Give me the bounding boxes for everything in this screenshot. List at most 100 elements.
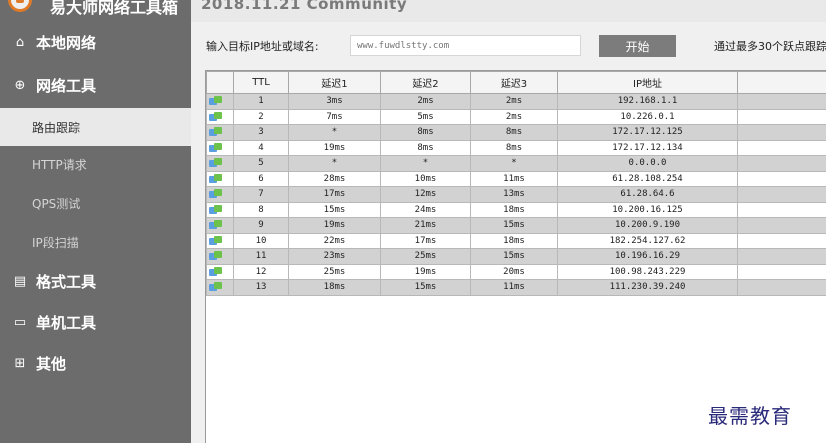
row-icon-cell [206, 108, 234, 125]
sidebar-category-standalone-tools[interactable]: ▭ 单机工具 [0, 302, 191, 342]
start-button[interactable]: 开始 [599, 35, 676, 57]
cell-d3: 15ms [470, 248, 558, 265]
max-hops-hint: 通过最多30个跃点跟踪 [714, 40, 826, 53]
table-row[interactable]: 3 * 8ms 8ms 172.17.12.125 [206, 124, 826, 141]
cell-d3: 8ms [470, 124, 558, 141]
cell-d2: 8ms [380, 139, 471, 156]
trace-results-table: TTL 延迟1 延迟2 延迟3 IP地址 1 3ms 2ms 2ms 192.168.1… [205, 70, 826, 443]
sidebar-category-format-tools[interactable]: ▤ 格式工具 [0, 261, 191, 301]
column-header-ip[interactable]: IP地址 [557, 71, 738, 94]
cell-filler [737, 217, 826, 234]
target-label: 输入目标IP地址或域名: [206, 40, 319, 53]
cell-ttl: 2 [233, 108, 289, 125]
cell-filler [737, 263, 826, 280]
sidebar-category-local-network[interactable]: ⌂ 本地网络 [0, 22, 191, 62]
table-row[interactable]: 9 19ms 21ms 15ms 10.200.9.190 [206, 217, 826, 234]
sidebar-category-other[interactable]: ⊞ 其他 [0, 343, 191, 383]
column-header-delay2[interactable]: 延迟2 [380, 71, 471, 94]
cell-d2: 25ms [380, 248, 471, 265]
globe-icon: ⊕ [14, 77, 26, 93]
cell-d1: 28ms [288, 170, 381, 187]
cell-ip: 100.98.243.229 [557, 263, 738, 280]
cell-d1: * [288, 155, 381, 172]
cell-d3: 20ms [470, 263, 558, 280]
table-row[interactable]: 13 18ms 15ms 11ms 111.230.39.240 [206, 279, 826, 296]
cell-ip: 0.0.0.0 [557, 155, 738, 172]
table-row[interactable]: 8 15ms 24ms 18ms 10.200.16.125 [206, 201, 826, 218]
column-header-delay3[interactable]: 延迟3 [470, 71, 558, 94]
cell-d2: 21ms [380, 217, 471, 234]
cell-d1: 18ms [288, 279, 381, 296]
cell-filler [737, 124, 826, 141]
watermark: 最需教育 [708, 404, 792, 428]
cell-d3: 8ms [470, 139, 558, 156]
cell-ttl: 3 [233, 124, 289, 141]
cell-ip: 10.226.0.1 [557, 108, 738, 125]
cell-d3: 18ms [470, 201, 558, 218]
target-input[interactable] [350, 35, 581, 56]
cell-d1: 17ms [288, 186, 381, 203]
sidebar-item-route-trace[interactable]: 路由跟踪 [0, 108, 191, 146]
title-bar: 2018.11.21 Community [191, 0, 826, 22]
cell-ttl: 10 [233, 232, 289, 249]
version-label: 2018.11.21 Community [201, 0, 408, 13]
sidebar-item-ip-scan[interactable]: IP段扫描 [0, 223, 191, 261]
cell-d3: 18ms [470, 232, 558, 249]
sidebar-item-http-request[interactable]: HTTP请求 [0, 145, 191, 183]
row-icon-cell [206, 170, 234, 187]
row-icon-cell [206, 232, 234, 249]
cell-d2: 24ms [380, 201, 471, 218]
cell-d1: 19ms [288, 139, 381, 156]
cell-d2: 10ms [380, 170, 471, 187]
table-row[interactable]: 4 19ms 8ms 8ms 172.17.12.134 [206, 139, 826, 156]
sidebar-item-label: IP段扫描 [32, 235, 79, 250]
cell-filler [737, 186, 826, 203]
column-header-delay1[interactable]: 延迟1 [288, 71, 381, 94]
network-hop-icon [209, 235, 223, 246]
cell-filler [737, 279, 826, 296]
table-row[interactable]: 6 28ms 10ms 11ms 61.28.108.254 [206, 170, 826, 187]
cell-d2: 17ms [380, 232, 471, 249]
cell-filler [737, 155, 826, 172]
table-row[interactable]: 1 3ms 2ms 2ms 192.168.1.1 [206, 93, 826, 110]
network-hop-icon [209, 111, 223, 122]
cell-d3: 15ms [470, 217, 558, 234]
cell-ip: 111.230.39.240 [557, 279, 738, 296]
cell-ip: 172.17.12.134 [557, 139, 738, 156]
cell-d3: 2ms [470, 108, 558, 125]
cell-ttl: 9 [233, 217, 289, 234]
table-row[interactable]: 5 * * * 0.0.0.0 [206, 155, 826, 172]
sidebar: 易大师网络工具箱 ⌂ 本地网络 ⊕ 网络工具 路由跟踪 HTTP请求 QPS测试… [0, 0, 191, 443]
table-row[interactable]: 7 17ms 12ms 13ms 61.28.64.6 [206, 186, 826, 203]
column-header-icon[interactable] [206, 71, 234, 94]
cell-filler [737, 232, 826, 249]
table-row[interactable]: 10 22ms 17ms 18ms 182.254.127.62 [206, 232, 826, 249]
app-logo-icon [8, 0, 32, 12]
cell-ttl: 8 [233, 201, 289, 218]
sidebar-category-label: 格式工具 [36, 272, 97, 291]
sidebar-item-qps-test[interactable]: QPS测试 [0, 184, 191, 222]
home-icon: ⌂ [15, 34, 25, 50]
cell-ttl: 7 [233, 186, 289, 203]
cell-ip: 172.17.12.125 [557, 124, 738, 141]
row-icon-cell [206, 201, 234, 218]
cell-d2: 19ms [380, 263, 471, 280]
table-row[interactable]: 11 23ms 25ms 15ms 10.196.16.29 [206, 248, 826, 265]
table-row[interactable]: 12 25ms 19ms 20ms 100.98.243.229 [206, 263, 826, 280]
table-row[interactable]: 2 7ms 5ms 2ms 10.226.0.1 [206, 108, 826, 125]
trace-toolbar: 输入目标IP地址或域名: 开始 通过最多30个跃点跟踪 [191, 22, 826, 68]
row-icon-cell [206, 139, 234, 156]
row-icon-cell [206, 93, 234, 110]
cell-d1: 3ms [288, 93, 381, 110]
cell-d1: 19ms [288, 217, 381, 234]
column-header-ttl[interactable]: TTL [233, 71, 289, 94]
cell-d1: 15ms [288, 201, 381, 218]
row-icon-cell [206, 186, 234, 203]
cell-d1: 23ms [288, 248, 381, 265]
sidebar-category-network-tools[interactable]: ⊕ 网络工具 [0, 65, 191, 105]
cell-ttl: 1 [233, 93, 289, 110]
row-icon-cell [206, 279, 234, 296]
cell-d1: 22ms [288, 232, 381, 249]
network-hop-icon [209, 282, 223, 292]
cell-filler [737, 170, 826, 187]
